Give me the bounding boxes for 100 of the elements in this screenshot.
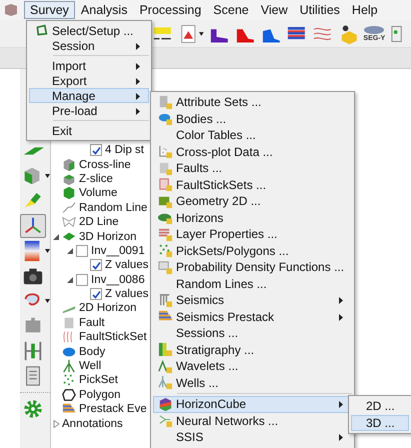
checkbox[interactable] [90,288,102,300]
menu-item[interactable]: Color Tables ... [153,127,352,144]
caret-icon[interactable] [45,299,50,303]
blob-icon [158,111,172,126]
menu-item[interactable]: Neural Networks ... [153,412,352,429]
checkbox[interactable] [90,259,102,272]
menu-bar-item[interactable]: Survey [24,1,75,19]
submenu-arrow-icon [136,43,140,50]
squiggle-icon [62,200,76,215]
tree-item[interactable]: Annotations [62,418,123,430]
outline-icon [62,215,76,230]
traces-icon [158,292,172,308]
caret-icon[interactable] [199,32,204,36]
tree-item[interactable]: Inv__0091 [91,244,145,257]
checkbox[interactable] [76,274,88,286]
menu-item[interactable]: Pre-load [29,103,149,118]
menu-item[interactable]: Session [29,38,149,53]
tree-item[interactable]: FaultStickSet [79,331,147,344]
tree-item[interactable]: 2D Line [79,216,119,228]
quadrilateral-icon [34,24,48,37]
dots-icon [62,373,76,388]
submenu-arrow-icon [339,434,343,441]
checkbox[interactable] [76,244,88,257]
menu-bar-item[interactable]: Analysis [74,1,134,19]
tree-item[interactable]: Inv__0086 [91,274,145,286]
menu-item[interactable]: Export [29,73,149,88]
cube-icon [62,158,76,172]
cube-icon [158,396,172,412]
menu-bar-item[interactable]: Utilities [294,1,346,19]
submenu-arrow-icon [136,93,140,100]
wavelet-icon [158,358,172,374]
menu-bar-item[interactable]: Help [346,1,384,19]
layers-icon [158,226,172,242]
caret-icon[interactable] [45,174,50,178]
menu-item[interactable]: Stratigraphy ... [153,342,352,358]
submenu-arrow-icon [339,314,343,320]
menu-item[interactable]: Manage [29,88,149,103]
menu-item[interactable]: Geometry 2D ... [153,193,352,210]
menu-item[interactable]: Wavelets ... [153,358,352,374]
tree-item[interactable]: 2D Horizon [79,302,137,314]
menu-item[interactable]: PickSets/Polygons ... [153,242,352,259]
menu-item[interactable]: SSIS [153,429,352,446]
caret-icon[interactable] [45,249,50,253]
polygon-icon [62,388,76,402]
checkbox[interactable] [90,144,102,156]
menu-item[interactable]: Layer Properties ... [153,226,352,242]
menu-item[interactable]: Sessions ... [153,325,352,342]
menu-item[interactable]: Wells ... [153,374,352,391]
tree-item[interactable]: Polygon [79,388,121,401]
menu-item[interactable]: Cross-plot Data ... [153,144,352,160]
tree-item[interactable]: Well [79,360,102,372]
menu-item[interactable]: Seismics [153,292,352,308]
menu-item[interactable]: FaultStickSets ... [153,176,352,193]
well-icon [158,375,172,390]
tree-item[interactable]: Random Line [79,202,148,214]
menu-item[interactable]: Exit [29,123,149,138]
tree-item[interactable]: 3D Horizon [79,230,137,243]
tree-item[interactable]: Fault [79,316,105,329]
menu-item[interactable]: Horizons [153,210,352,226]
well-tie-icon [22,340,44,362]
menu-item[interactable]: Seismics Prestack [153,308,352,325]
menu-item[interactable]: 2D ... [351,398,409,414]
tree-item[interactable]: Volume [79,187,118,200]
sheet-icon [158,160,172,176]
app-icon [4,3,18,17]
tree-item[interactable]: Cross-line [79,158,131,171]
blob-icon [62,344,76,359]
cube-icon [62,172,76,186]
sheet-icon [158,177,172,192]
well-icon [62,359,76,374]
expand-arrow-icon[interactable] [67,276,74,284]
menu-item[interactable]: Bodies ... [153,110,352,127]
menu-bar-item[interactable]: View [254,1,294,19]
sheet-icon [62,316,76,330]
menu-bar-item[interactable]: Scene [207,1,255,19]
cube-icon [62,186,76,200]
network-icon [158,413,172,428]
submenu-arrow-icon [339,401,343,408]
tree-item[interactable]: Z values [105,288,148,300]
tree-item[interactable]: PickSet [79,374,118,386]
menu-item[interactable]: Import [29,58,149,73]
tree-item[interactable]: Z-slice [79,172,113,185]
submenu-arrow-icon [339,297,343,304]
columns-icon [158,342,172,358]
tree-item[interactable]: 4 Dip st [105,144,144,156]
tree-item[interactable]: Z values [105,259,148,272]
tree-item[interactable]: Body [79,346,106,358]
menu-item[interactable]: Attribute Sets ... [153,94,352,110]
document-icon [158,260,172,275]
submenu-arrow-icon [136,78,140,85]
menu-item[interactable]: Faults ... [153,160,352,176]
menu-item[interactable]: Select/Setup ... [29,23,149,38]
expand-arrow-icon[interactable] [53,232,60,241]
menu-bar-item[interactable]: Processing [133,1,208,19]
menu-item[interactable]: Random Lines ... [153,276,352,292]
expand-arrow-icon[interactable] [67,246,74,255]
tree-item[interactable]: Prestack Eve [79,403,147,416]
menu-item[interactable]: 3D ... [351,414,409,431]
settings-icon [22,398,44,420]
menu-item[interactable]: Probability Density Functions ... [153,259,352,276]
